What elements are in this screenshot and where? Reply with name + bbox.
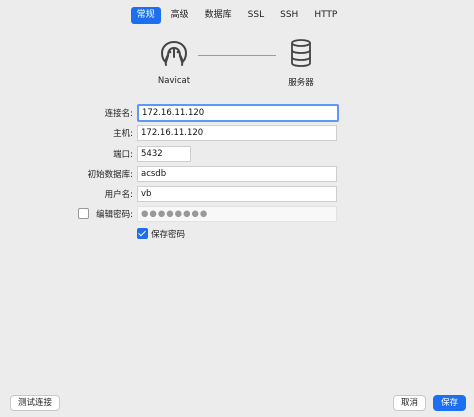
initial-db-label: 初始数据库:: [87, 170, 133, 180]
connection-name-label: 连接名:: [104, 109, 133, 119]
tab-http[interactable]: HTTP: [308, 7, 343, 24]
edit-password-checkbox[interactable]: [78, 208, 89, 219]
test-connection-button[interactable]: 测试连接: [10, 395, 61, 411]
username-label: 用户名:: [104, 190, 133, 200]
server-endpoint: 服务器: [266, 38, 336, 88]
port-label: 端口:: [113, 150, 133, 160]
initial-db-input[interactable]: acsdb: [137, 166, 337, 182]
client-endpoint: Navicat: [139, 38, 209, 86]
edit-password-label: 编辑密码:: [96, 210, 133, 220]
password-input: ●●●●●●●●: [137, 206, 337, 222]
save-button[interactable]: 保存: [433, 395, 467, 411]
host-label: 主机:: [113, 129, 133, 139]
tab-advanced[interactable]: 高级: [165, 7, 195, 24]
connection-name-row: 连接名: 172.16.11.120: [0, 104, 474, 122]
tab-general[interactable]: 常规: [130, 7, 161, 24]
initial-db-row: 初始数据库: acsdb: [0, 166, 474, 182]
tab-ssh[interactable]: SSH: [274, 7, 304, 24]
tab-bar: 常规 高级 数据库 SSL SSH HTTP: [0, 7, 474, 24]
save-password-row: 保存密码: [0, 226, 474, 242]
client-label: Navicat: [157, 76, 191, 86]
username-input[interactable]: vb: [137, 186, 337, 202]
username-row: 用户名: vb: [0, 186, 474, 202]
host-input[interactable]: 172.16.11.120: [137, 125, 337, 141]
tab-database[interactable]: 数据库: [199, 7, 238, 24]
tab-ssl[interactable]: SSL: [242, 7, 270, 24]
connection-name-input[interactable]: 172.16.11.120: [137, 104, 339, 122]
navicat-logo-icon: [160, 40, 188, 66]
cancel-button[interactable]: 取消: [393, 395, 427, 411]
connection-diagram: Navicat 服务器: [0, 38, 474, 88]
database-icon: [291, 39, 311, 67]
port-input[interactable]: 5432: [137, 146, 191, 162]
server-label: 服务器: [288, 78, 314, 88]
password-row: 编辑密码: ●●●●●●●●: [0, 206, 474, 222]
host-row: 主机: 172.16.11.120: [0, 125, 474, 141]
port-row: 端口: 5432: [0, 146, 474, 162]
save-password-checkbox[interactable]: [137, 228, 148, 239]
save-password-label[interactable]: 保存密码: [151, 228, 185, 240]
connection-line: [198, 55, 276, 56]
